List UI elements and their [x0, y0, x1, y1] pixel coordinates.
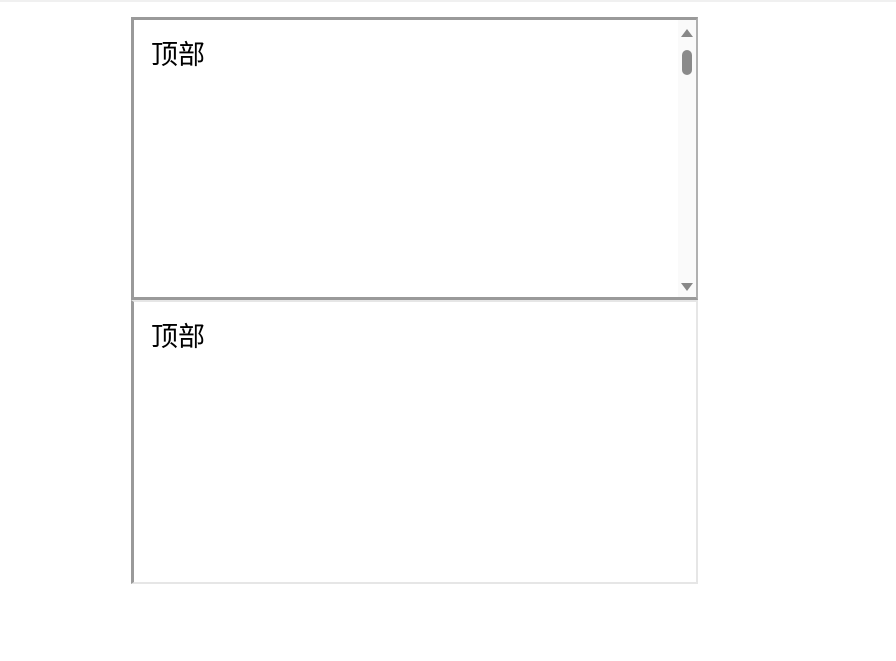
scroll-up-arrow-icon[interactable]	[681, 29, 693, 37]
top-divider	[0, 0, 896, 2]
scroll-panel-bottom: 顶部	[131, 300, 698, 584]
vertical-scrollbar[interactable]	[678, 20, 696, 297]
scroll-panel-top[interactable]: 顶部	[131, 17, 698, 300]
scrollbar-thumb[interactable]	[682, 50, 692, 75]
scroll-down-arrow-icon[interactable]	[681, 283, 693, 291]
panel-label: 顶部	[151, 322, 205, 353]
panel-label: 顶部	[151, 40, 205, 71]
